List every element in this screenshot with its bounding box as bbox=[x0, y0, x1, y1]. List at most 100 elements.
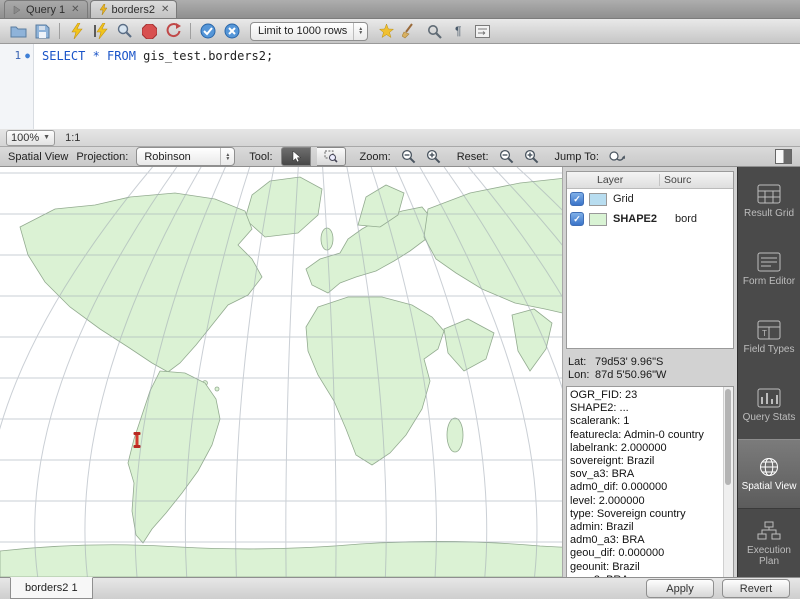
sql-toolbar: Limit to 1000 rows ▲▼ ¶ bbox=[0, 19, 800, 44]
longitude-readout: Lon:87d 5'50.96"W bbox=[568, 369, 732, 382]
sidebar-toggle-icon[interactable] bbox=[775, 149, 792, 164]
commit-icon[interactable] bbox=[197, 21, 219, 41]
bottom-bar: borders2 1 Apply Revert bbox=[0, 577, 800, 599]
layer-color-swatch bbox=[589, 213, 607, 226]
tab-borders2[interactable]: borders2 ✕ bbox=[90, 0, 178, 18]
attribute-line: geounit: Brazil bbox=[570, 561, 721, 574]
layer-visibility-checkbox[interactable]: ✓ bbox=[570, 192, 584, 206]
layer-source: bord bbox=[675, 213, 697, 225]
attribute-line: geou_dif: 0.000000 bbox=[570, 547, 721, 560]
jump-to-icon[interactable] bbox=[607, 148, 626, 166]
beautify-icon[interactable] bbox=[399, 21, 421, 41]
attribute-line: OGR_FID: 23 bbox=[570, 389, 721, 402]
attribute-line: type: Sovereign country bbox=[570, 508, 721, 521]
spatial-view-label: Spatial View bbox=[8, 151, 68, 163]
editor-status-bar: 100% ▼ 1:1 bbox=[0, 129, 800, 147]
wrap-text-icon[interactable] bbox=[471, 21, 493, 41]
form-editor-icon bbox=[756, 251, 782, 273]
layer-row-shape2[interactable]: ✓ SHAPE2 bord bbox=[567, 209, 733, 229]
editor-zoom-dropdown[interactable]: 100% ▼ bbox=[6, 130, 55, 146]
spatial-view-panel: Layer Sourc ✓ Grid ✓ SHAPE2 bord Lat:79 bbox=[0, 167, 800, 577]
dropdown-arrows-icon: ▲▼ bbox=[220, 148, 234, 165]
result-view-sidebar: Result Grid Form Editor T Field Types Qu… bbox=[737, 167, 800, 577]
attribute-line: labelrank: 2.000000 bbox=[570, 442, 721, 455]
zoom-label: Zoom: bbox=[360, 151, 391, 163]
attribute-line: scalerank: 1 bbox=[570, 415, 721, 428]
latitude-readout: Lat:79d53' 9.96"S bbox=[568, 356, 732, 369]
limit-rows-value: Limit to 1000 rows bbox=[258, 25, 347, 37]
sidebar-item-query-stats[interactable]: Query Stats bbox=[738, 371, 800, 439]
layer-color-swatch bbox=[589, 193, 607, 206]
editor-gutter: 1● bbox=[0, 44, 34, 129]
sidebar-item-execution-plan[interactable]: Execution Plan bbox=[738, 509, 800, 577]
sidebar-item-result-grid[interactable]: Result Grid bbox=[738, 167, 800, 235]
editor-code-area[interactable]: SELECT * FROM gis_test.borders2; bbox=[34, 44, 800, 129]
field-types-icon: T bbox=[756, 319, 782, 341]
execution-plan-icon bbox=[756, 520, 782, 542]
pointer-arrow-icon bbox=[290, 150, 302, 163]
save-icon[interactable] bbox=[31, 21, 53, 41]
execute-icon[interactable] bbox=[66, 21, 88, 41]
result-set-tab[interactable]: borders2 1 bbox=[10, 577, 93, 599]
feature-attributes-box[interactable]: OGR_FID: 23 SHAPE2: ... scalerank: 1 fea… bbox=[566, 386, 734, 577]
projection-label: Projection: bbox=[76, 151, 128, 163]
layer-column-header: Layer bbox=[567, 174, 659, 186]
zoom-selection-tool-button[interactable] bbox=[317, 147, 346, 166]
mysql-workbench-window: Query 1 ✕ borders2 ✕ bbox=[0, 0, 800, 599]
pointer-tool-button[interactable] bbox=[281, 147, 311, 166]
attribute-line: sov_a3: BRA bbox=[570, 468, 721, 481]
projection-value: Robinson bbox=[144, 151, 214, 163]
execute-current-statement-icon[interactable] bbox=[90, 21, 112, 41]
reset-view-icon[interactable] bbox=[522, 148, 541, 166]
sidebar-item-field-types[interactable]: T Field Types bbox=[738, 303, 800, 371]
layers-header: Layer Sourc bbox=[567, 172, 733, 189]
toggle-invisible-characters-icon[interactable]: ¶ bbox=[447, 21, 469, 41]
svg-text:T: T bbox=[762, 329, 767, 338]
open-file-icon[interactable] bbox=[7, 21, 29, 41]
close-tab-icon[interactable]: ✕ bbox=[161, 4, 169, 15]
reset-label: Reset: bbox=[457, 151, 489, 163]
tool-label: Tool: bbox=[249, 151, 272, 163]
attribute-line: adm0_dif: 0.000000 bbox=[570, 481, 721, 494]
attributes-scrollbar[interactable] bbox=[723, 387, 733, 577]
zoom-in-icon[interactable] bbox=[424, 148, 443, 166]
layer-visibility-checkbox[interactable]: ✓ bbox=[570, 212, 584, 226]
tab-query-1[interactable]: Query 1 ✕ bbox=[4, 0, 88, 18]
rollback-icon[interactable] bbox=[221, 21, 243, 41]
zoom-out-icon[interactable] bbox=[399, 148, 418, 166]
stop-icon[interactable] bbox=[138, 21, 160, 41]
attribute-line: admin: Brazil bbox=[570, 521, 721, 534]
cursor-coordinates: Lat:79d53' 9.96"S Lon:87d 5'50.96"W bbox=[566, 349, 734, 386]
attribute-line: level: 2.000000 bbox=[570, 495, 721, 508]
spatial-view-icon bbox=[756, 456, 782, 478]
find-icon[interactable] bbox=[423, 21, 445, 41]
new-snippet-icon[interactable] bbox=[375, 21, 397, 41]
close-tab-icon[interactable]: ✕ bbox=[71, 4, 79, 15]
sql-tab-icon bbox=[98, 4, 108, 15]
projection-dropdown[interactable]: Robinson ▲▼ bbox=[136, 147, 235, 166]
toolbar-separator bbox=[59, 23, 60, 39]
attribute-line: SHAPE2: ... bbox=[570, 402, 721, 415]
spatial-view-toolbar: Spatial View Projection: Robinson ▲▼ Too… bbox=[0, 147, 800, 167]
query-tab-icon bbox=[12, 5, 22, 15]
limit-rows-dropdown[interactable]: Limit to 1000 rows ▲▼ bbox=[250, 22, 368, 41]
layer-row-grid[interactable]: ✓ Grid bbox=[567, 189, 733, 209]
apply-button[interactable]: Apply bbox=[646, 579, 714, 598]
revert-button[interactable]: Revert bbox=[722, 579, 790, 598]
jump-to-label: Jump To: bbox=[555, 151, 599, 163]
sidebar-item-form-editor[interactable]: Form Editor bbox=[738, 235, 800, 303]
explain-icon[interactable] bbox=[114, 21, 136, 41]
editor-tabbar: Query 1 ✕ borders2 ✕ bbox=[0, 0, 800, 19]
tab-label: Query 1 bbox=[26, 4, 65, 16]
layers-list[interactable]: Layer Sourc ✓ Grid ✓ SHAPE2 bord bbox=[566, 171, 734, 349]
toggle-stop-on-error-icon[interactable] bbox=[162, 21, 184, 41]
reset-zoom-icon[interactable] bbox=[497, 148, 516, 166]
chevron-down-icon: ▼ bbox=[43, 134, 50, 141]
scrollbar-thumb[interactable] bbox=[725, 389, 731, 485]
sidebar-item-spatial-view[interactable]: Spatial View bbox=[738, 439, 800, 509]
caret-position: 1:1 bbox=[65, 132, 80, 144]
sql-editor[interactable]: 1● SELECT * FROM gis_test.borders2; bbox=[0, 44, 800, 129]
query-stats-icon bbox=[756, 387, 782, 409]
editor-zoom-value: 100% bbox=[11, 132, 39, 144]
layers-info-panel: Layer Sourc ✓ Grid ✓ SHAPE2 bord Lat:79 bbox=[562, 167, 737, 577]
